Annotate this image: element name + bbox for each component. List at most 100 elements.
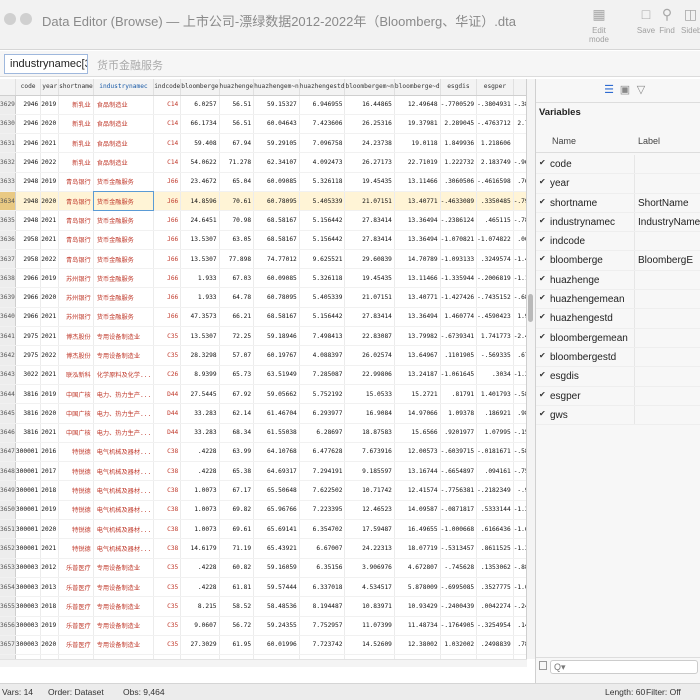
variable-row[interactable]: ✔ huazhengestd: [536, 309, 700, 329]
table-cell[interactable]: 60.78095: [253, 191, 300, 212]
name-column-header[interactable]: Name: [552, 136, 576, 146]
table-cell[interactable]: 66.21: [219, 307, 255, 328]
table-cell[interactable]: 67.17: [219, 480, 255, 501]
table-cell[interactable]: -.3804931: [476, 95, 514, 115]
table-cell[interactable]: 电力、热力生产...: [93, 403, 155, 424]
table-cell[interactable]: 12.38002: [394, 635, 441, 656]
table-cell[interactable]: .6166436: [476, 519, 514, 540]
snapshot-tab-icon[interactable]: ▣: [618, 83, 632, 97]
table-cell[interactable]: -.5838829: [513, 384, 526, 405]
table-cell[interactable]: 乐普医疗: [58, 577, 94, 598]
table-cell[interactable]: 7.096758: [299, 133, 346, 154]
table-cell[interactable]: 12.00573: [394, 442, 441, 463]
row-number[interactable]: 3652: [0, 538, 16, 559]
variable-row[interactable]: ✔ gws: [536, 406, 700, 426]
table-cell[interactable]: 1.0073: [180, 500, 220, 521]
table-cell[interactable]: 13.5307: [180, 249, 220, 270]
table-cell[interactable]: 65.38: [219, 461, 255, 482]
table-cell[interactable]: 2021: [40, 326, 60, 347]
table-cell[interactable]: 2958: [15, 249, 42, 270]
table-cell[interactable]: 13.11466: [394, 268, 441, 289]
table-cell[interactable]: 59.57444: [253, 577, 300, 598]
row-number[interactable]: 3642: [0, 345, 16, 366]
table-cell[interactable]: 65.73: [219, 365, 255, 385]
table-cell[interactable]: 化学原料及化学...: [93, 365, 155, 385]
column-header-huazhenge[interactable]: huazhenge: [219, 79, 255, 96]
table-cell[interactable]: 2966: [15, 307, 42, 328]
table-cell[interactable]: 货币金融服务: [93, 210, 155, 231]
table-row[interactable]: 3652 300001 2021 特锐德 电气机械及器材... C38 14.6179 71.…: [0, 538, 526, 559]
row-number[interactable]: 3653: [0, 558, 16, 578]
table-row[interactable]: 3645 3816 2020 中国广核 电力、热力生产... D44 33.283 62.14…: [0, 403, 526, 424]
table-cell[interactable]: 中国广核: [58, 423, 94, 443]
table-cell[interactable]: -1.000668: [440, 519, 478, 540]
table-cell[interactable]: -.7435152: [476, 287, 514, 308]
row-number[interactable]: 3650: [0, 500, 16, 521]
table-cell[interactable]: 电气机械及器材...: [93, 500, 155, 521]
table-cell[interactable]: C35: [153, 635, 182, 656]
horizontal-scrollbar[interactable]: [0, 659, 527, 667]
table-cell[interactable]: 2946: [15, 152, 42, 173]
table-cell[interactable]: 苏州银行: [58, 268, 94, 289]
table-cell[interactable]: 71.19: [219, 538, 255, 559]
table-cell[interactable]: -.7983574: [513, 191, 526, 212]
variable-row[interactable]: ✔ indcode: [536, 232, 700, 252]
table-cell[interactable]: 33.283: [180, 423, 220, 443]
column-header-huazhengestd[interactable]: huazhengestd: [299, 79, 346, 96]
filter-tab-icon[interactable]: ▽: [634, 83, 648, 97]
table-cell[interactable]: 59.05662: [253, 384, 300, 405]
table-cell[interactable]: 300003: [15, 577, 42, 598]
table-cell[interactable]: 2013: [40, 577, 60, 598]
variable-row[interactable]: ✔ esgper: [536, 387, 700, 406]
table-cell[interactable]: 14.8596: [180, 191, 220, 212]
visibility-checkbox[interactable]: ✔: [539, 197, 546, 206]
table-cell[interactable]: 2017: [40, 461, 60, 482]
table-row[interactable]: 3647 300001 2016 特锐德 电气机械及器材... C38.4228 63.99…: [0, 442, 526, 463]
table-row[interactable]: 3651 300001 2020 特锐德 电气机械及器材... C38 1.0073 69.6…: [0, 519, 526, 540]
table-cell[interactable]: 1.460774: [440, 307, 478, 328]
table-row[interactable]: 3642 2975 2022 博杰股份 专用设备制造业 C35 28.3298 57.07 60…: [0, 345, 526, 366]
visibility-checkbox[interactable]: ✔: [539, 177, 546, 186]
table-cell[interactable]: 专用设备制造业: [93, 577, 155, 598]
table-cell[interactable]: C14: [153, 114, 182, 135]
save-button[interactable]: □ Save: [636, 6, 656, 35]
table-cell[interactable]: 77.898: [219, 249, 255, 270]
table-cell[interactable]: 2022: [40, 345, 60, 366]
table-cell[interactable]: 2022: [40, 152, 60, 173]
table-cell[interactable]: 6.354702: [299, 519, 346, 540]
table-cell[interactable]: 65.50648: [253, 480, 300, 501]
table-row[interactable]: 3653 300003 2012 乐普医疗 专用设备制造业 C35.4228 60.82 59…: [0, 558, 526, 578]
table-cell[interactable]: 2019: [40, 95, 60, 115]
table-cell[interactable]: .1101905: [440, 345, 478, 366]
table-row[interactable]: 3631 2946 2021 新乳业 食品制造业 C14 59.408 67.94 59.291…: [0, 133, 526, 154]
table-cell[interactable]: .6795255: [513, 345, 526, 366]
table-cell[interactable]: 27.83414: [344, 230, 395, 250]
table-cell[interactable]: 1.222732: [440, 152, 478, 173]
table-cell[interactable]: 电力、热力生产...: [93, 384, 155, 405]
table-row[interactable]: 3644 3816 2019 中国广核 电力、热力生产... D44 27.5445 67.9…: [0, 384, 526, 405]
table-cell[interactable]: 2946: [15, 95, 42, 115]
row-number[interactable]: 3654: [0, 577, 16, 598]
table-cell[interactable]: 300001: [15, 519, 42, 540]
table-row[interactable]: 3641 2975 2021 博杰股份 专用设备制造业 C35 13.5307 72.25 59…: [0, 326, 526, 347]
row-number[interactable]: 3631: [0, 133, 16, 154]
minimize-window-button[interactable]: [20, 13, 32, 25]
table-cell[interactable]: 70.61: [219, 191, 255, 212]
table-cell[interactable]: 13.79982: [394, 326, 441, 347]
table-cell[interactable]: -.7837273: [513, 210, 526, 231]
table-cell[interactable]: 新乳业: [58, 114, 94, 135]
column-header-esgper[interactable]: esgper: [476, 79, 514, 96]
table-cell[interactable]: 中国广核: [58, 403, 94, 424]
row-number[interactable]: 3641: [0, 326, 16, 347]
table-cell[interactable]: -.6039715: [440, 442, 478, 463]
table-cell[interactable]: 7.423606: [299, 114, 346, 135]
table-cell[interactable]: 23.4672: [180, 172, 220, 192]
table-cell[interactable]: -1.074822: [476, 230, 514, 250]
table-cell[interactable]: 2021: [40, 423, 60, 443]
table-cell[interactable]: 13.36494: [394, 307, 441, 328]
table-cell[interactable]: 12.41574: [394, 480, 441, 501]
table-cell[interactable]: -2.415707: [513, 326, 526, 347]
table-cell[interactable]: C35: [153, 616, 182, 636]
row-number[interactable]: 3649: [0, 480, 16, 501]
cell-value-field[interactable]: 货币金融服务: [92, 54, 522, 74]
